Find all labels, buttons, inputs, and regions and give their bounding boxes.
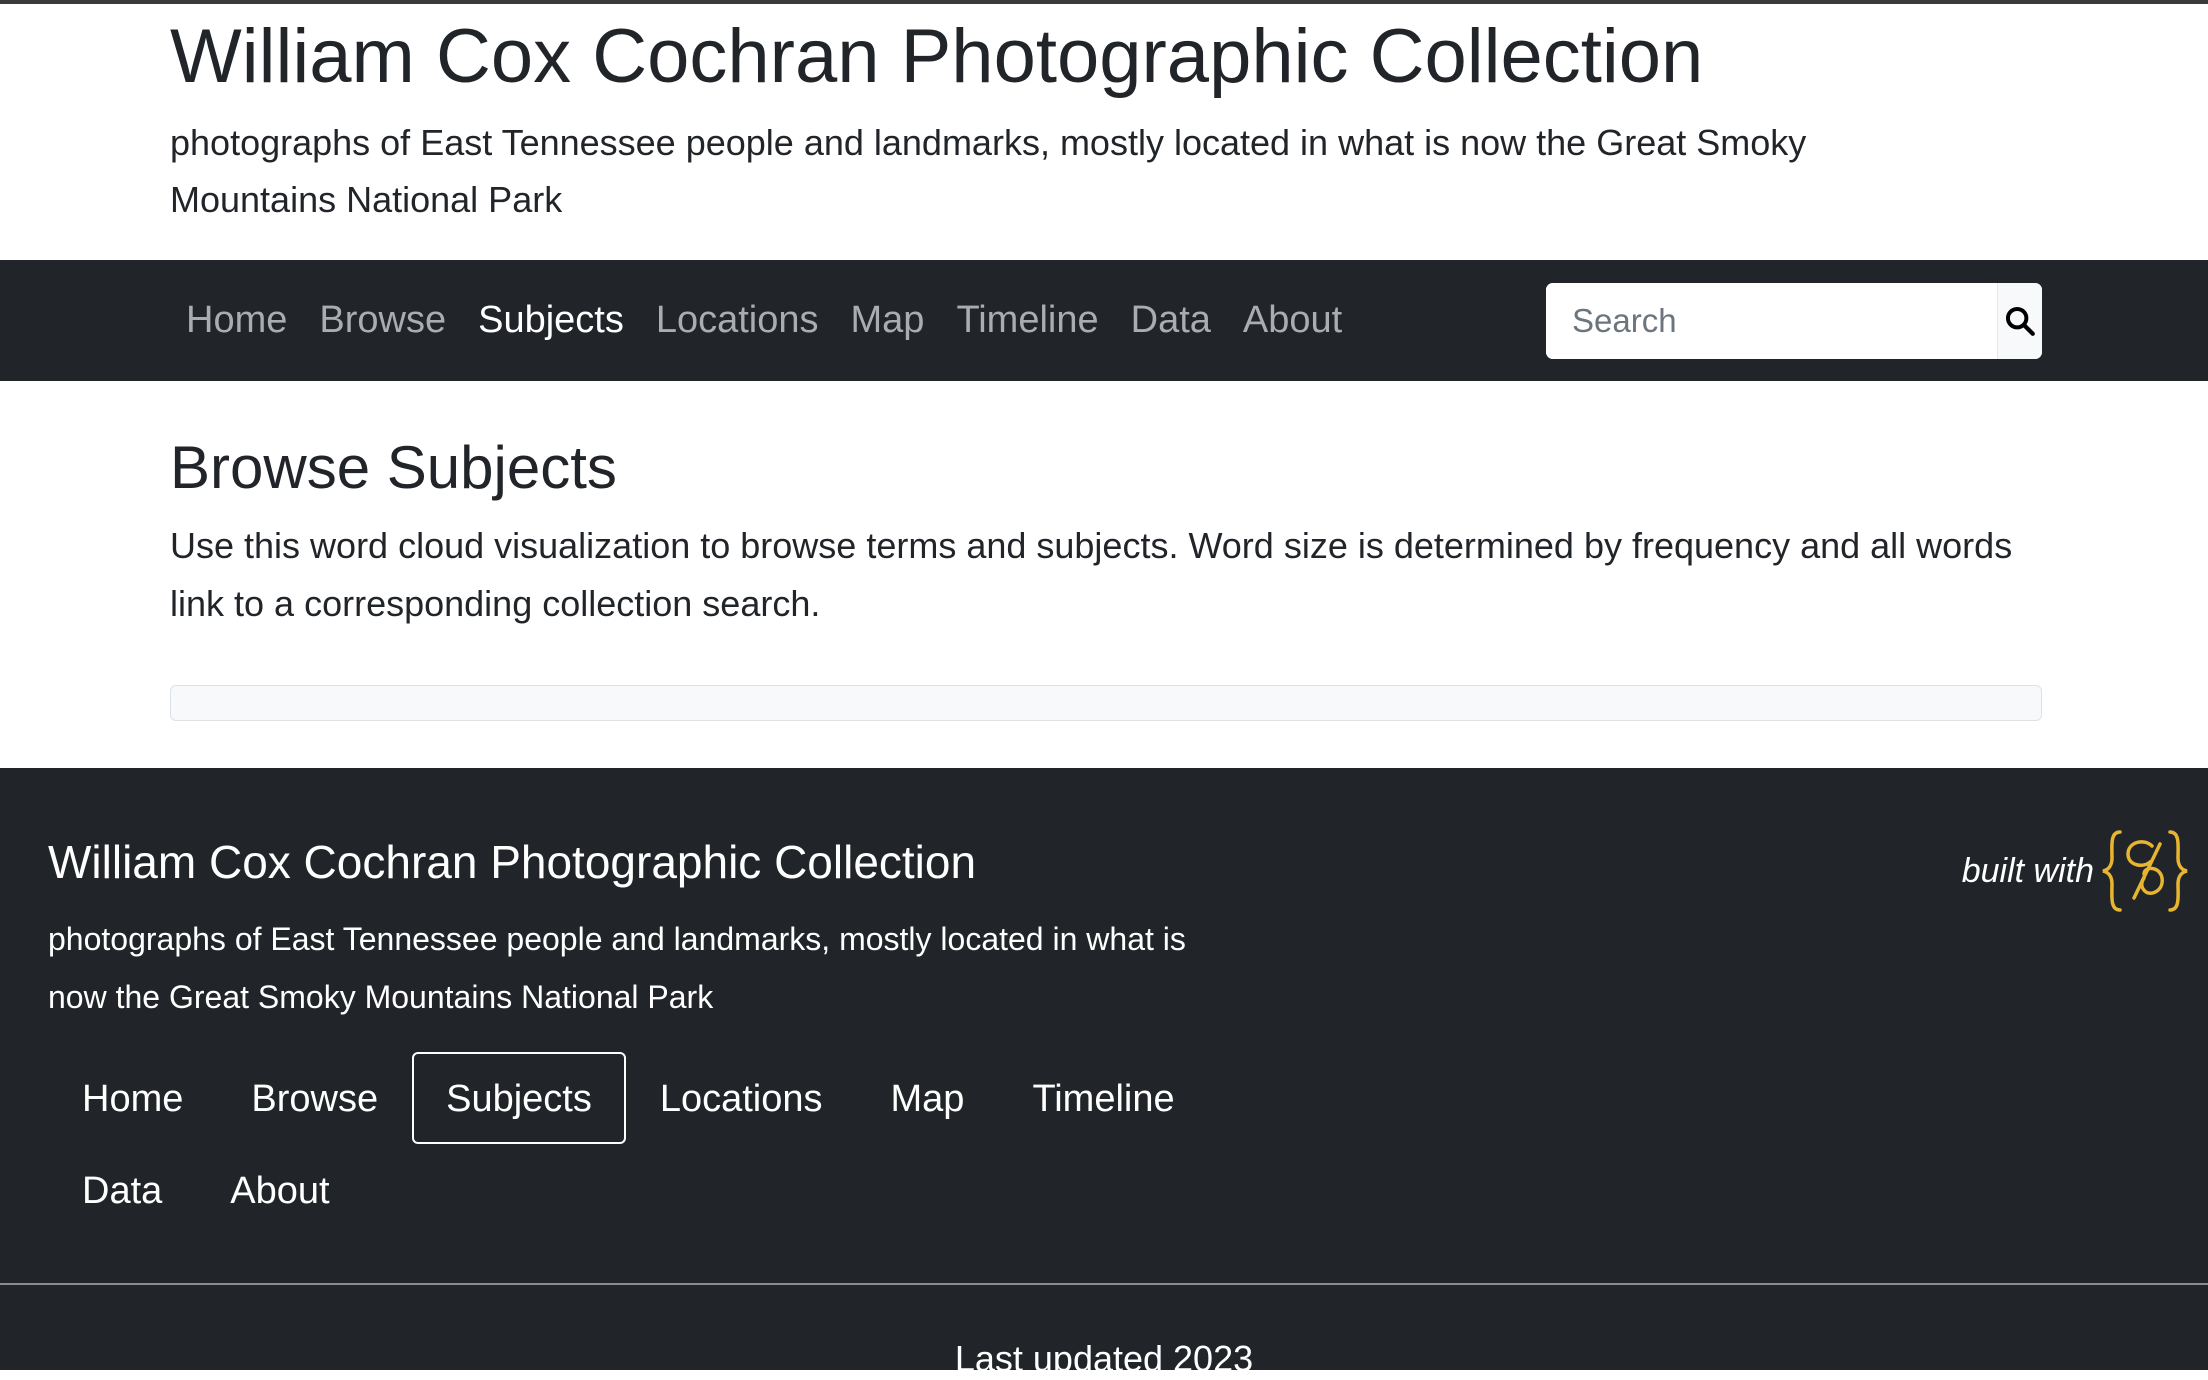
page-intro: Use this word cloud visualization to bro… xyxy=(170,525,2013,624)
nav-link-home[interactable]: Home xyxy=(170,299,303,342)
footer-link-locations[interactable]: Locations xyxy=(626,1052,857,1144)
footer-link-home[interactable]: Home xyxy=(48,1052,217,1144)
search-form xyxy=(1546,283,2042,359)
footer-link-data[interactable]: Data xyxy=(48,1144,196,1236)
nav-link-data[interactable]: Data xyxy=(1115,299,1227,342)
search-button[interactable] xyxy=(1997,283,2042,359)
footer-link-timeline[interactable]: Timeline xyxy=(998,1052,1208,1144)
nav-link-browse[interactable]: Browse xyxy=(303,299,462,342)
footer-title[interactable]: William Cox Cochran Photographic Collect… xyxy=(48,834,976,890)
word-cloud-container xyxy=(170,685,2042,721)
nav-link-timeline[interactable]: Timeline xyxy=(940,299,1114,342)
footer-link-about[interactable]: About xyxy=(196,1144,363,1236)
nav-links: Home Browse Subjects Locations Map Timel… xyxy=(170,260,1358,381)
built-with-link[interactable]: built with xyxy=(1962,828,2190,914)
built-with-text: built with xyxy=(1961,851,2094,890)
site-tagline: photographs of East Tennessee people and… xyxy=(170,122,1807,220)
site-masthead: William Cox Cochran Photographic Collect… xyxy=(0,4,2208,260)
footer-link-subjects[interactable]: Subjects xyxy=(412,1052,626,1144)
nav-link-map[interactable]: Map xyxy=(835,299,941,342)
footer-tagline: photographs of East Tennessee people and… xyxy=(48,921,1186,1015)
main-content: Browse Subjects Use this word cloud visu… xyxy=(170,381,2042,721)
footer-link-map[interactable]: Map xyxy=(857,1052,999,1144)
search-input[interactable] xyxy=(1546,283,1997,359)
page-title: Browse Subjects xyxy=(170,434,617,501)
site-footer: William Cox Cochran Photographic Collect… xyxy=(0,768,2208,1379)
footer-link-browse[interactable]: Browse xyxy=(217,1052,412,1144)
last-updated: Last updated 2023 xyxy=(954,1338,1254,1379)
site-title[interactable]: William Cox Cochran Photographic Collect… xyxy=(170,14,2208,100)
nav-link-locations[interactable]: Locations xyxy=(640,299,835,342)
top-navbar: Home Browse Subjects Locations Map Timel… xyxy=(0,260,2208,381)
collectionbuilder-logo-icon xyxy=(2102,830,2188,912)
nav-link-about[interactable]: About xyxy=(1227,299,1358,342)
nav-link-subjects[interactable]: Subjects xyxy=(462,299,640,342)
footer-divider xyxy=(0,1283,2208,1285)
footer-nav: Home Browse Subjects Locations Map Timel… xyxy=(48,1052,1248,1236)
search-icon xyxy=(2005,306,2035,336)
